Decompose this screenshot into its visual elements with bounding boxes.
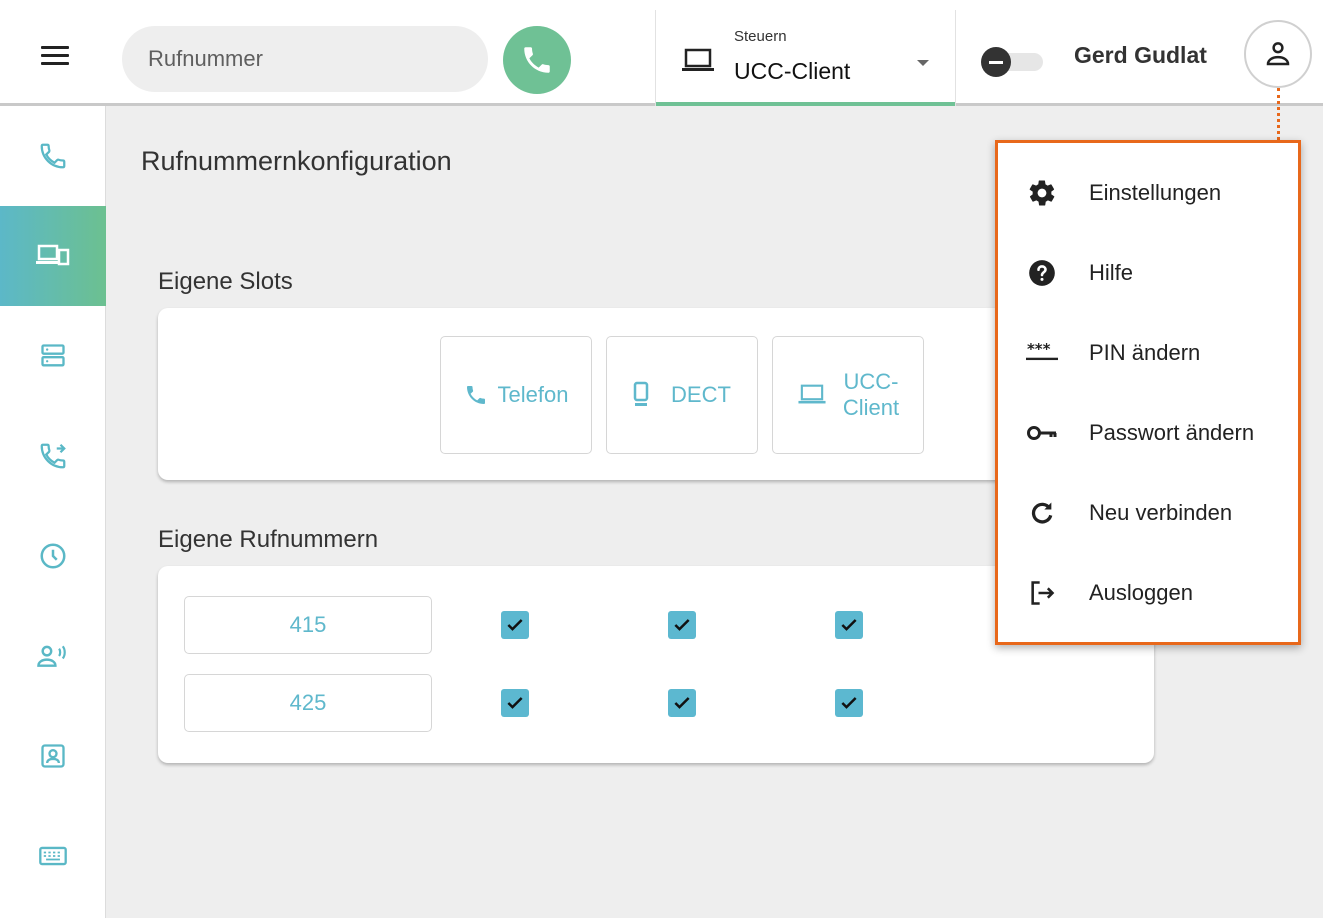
sidebar-item-keypad[interactable]	[0, 806, 106, 906]
phone-icon	[40, 143, 66, 169]
slot-dect[interactable]: DECT	[606, 336, 758, 454]
slot-label-line1: UCC-	[843, 369, 899, 394]
sidebar-item-history[interactable]	[0, 506, 106, 606]
slot-label-line2: Client	[842, 395, 900, 420]
menu-item-label: Neu verbinden	[1089, 500, 1233, 525]
slot-label: DECT	[671, 382, 731, 407]
slot-telefon[interactable]: Telefon	[440, 336, 592, 454]
number-value: 425	[289, 690, 327, 715]
do-not-disturb-icon	[981, 47, 1011, 77]
dect-icon	[633, 381, 649, 406]
phone-icon	[524, 47, 550, 73]
numbers-section-title: Eigene Rufnummern	[158, 526, 379, 553]
check-icon	[841, 697, 857, 709]
checkbox-415-telefon[interactable]	[501, 611, 529, 639]
menu-item-einstellungen[interactable]: Einstellungen	[998, 155, 1298, 235]
laptop-icon	[682, 48, 714, 71]
user-avatar-button[interactable]	[1244, 20, 1312, 88]
gear-icon	[1029, 180, 1055, 206]
check-icon	[674, 697, 690, 709]
control-label: Steuern	[734, 28, 787, 45]
menu-item-hilfe[interactable]: Hilfe	[998, 235, 1298, 315]
check-icon	[507, 619, 523, 631]
sidebar	[0, 106, 106, 918]
menu-item-ausloggen[interactable]: Ausloggen	[998, 555, 1298, 635]
slot-label: Telefon	[497, 382, 569, 407]
checkbox-425-telefon[interactable]	[501, 689, 529, 717]
sidebar-item-contacts[interactable]	[0, 706, 106, 806]
menu-icon[interactable]	[41, 46, 69, 68]
checkbox-425-ucc-client[interactable]	[835, 689, 863, 717]
control-value: UCC-Client	[734, 58, 851, 84]
call-forward-icon	[40, 443, 66, 469]
phone-icon	[466, 386, 485, 404]
contacts-icon	[41, 744, 65, 768]
slot-ucc-client[interactable]: UCC- Client	[772, 336, 924, 454]
checkbox-425-dect[interactable]	[668, 689, 696, 717]
check-icon	[674, 619, 690, 631]
sidebar-item-devices[interactable]	[0, 206, 106, 306]
control-device-select[interactable]: Steuern UCC-Client	[655, 10, 956, 106]
laptop-icon	[798, 384, 826, 404]
menu-item-label: Einstellungen	[1089, 180, 1222, 205]
number-field-425[interactable]: 425	[184, 674, 432, 732]
help-icon	[1029, 260, 1055, 286]
call-button[interactable]	[503, 26, 571, 94]
presence-icon	[37, 645, 66, 667]
server-icon	[41, 344, 65, 367]
menu-item-pin-aendern[interactable]: *** PIN ändern	[998, 315, 1298, 395]
keyboard-icon	[39, 846, 67, 866]
sidebar-item-call-forward[interactable]	[0, 406, 106, 506]
number-field-415[interactable]: 415	[184, 596, 432, 654]
active-underline	[656, 102, 955, 106]
number-value: 415	[289, 612, 327, 637]
menu-item-label: PIN ändern	[1089, 340, 1201, 365]
user-menu: Einstellungen Hilfe *** PIN ändern Passw…	[995, 140, 1301, 645]
page-title: Rufnummernkonfiguration	[141, 146, 452, 176]
logout-icon	[1031, 581, 1055, 605]
check-icon	[507, 697, 523, 709]
menu-item-neu-verbinden[interactable]: Neu verbinden	[998, 475, 1298, 555]
svg-text:***: ***	[1027, 342, 1051, 358]
status-toggle[interactable]	[981, 46, 1043, 77]
sidebar-item-presence[interactable]	[0, 606, 106, 706]
menu-item-label: Ausloggen	[1089, 580, 1193, 605]
sidebar-item-calls[interactable]	[0, 106, 106, 206]
menu-item-label: Passwort ändern	[1089, 420, 1255, 445]
sidebar-item-servers[interactable]	[0, 306, 106, 406]
clock-icon	[40, 543, 66, 569]
menu-connector	[1277, 88, 1280, 140]
menu-item-passwort-aendern[interactable]: Passwort ändern	[998, 395, 1298, 475]
chevron-down-icon	[917, 60, 929, 66]
check-icon	[841, 619, 857, 631]
pin-icon: ***	[1026, 342, 1058, 361]
menu-item-label: Hilfe	[1089, 260, 1134, 285]
person-icon	[1266, 42, 1290, 66]
top-bar: Steuern UCC-Client Gerd Gudlat	[0, 0, 1323, 106]
refresh-icon	[1031, 502, 1053, 524]
devices-icon	[36, 244, 70, 266]
slots-section-title: Eigene Slots	[158, 268, 293, 295]
user-name: Gerd Gudlat	[1074, 42, 1207, 68]
key-icon	[1027, 426, 1057, 440]
phone-number-input[interactable]	[122, 26, 488, 92]
checkbox-415-ucc-client[interactable]	[835, 611, 863, 639]
checkbox-415-dect[interactable]	[668, 611, 696, 639]
